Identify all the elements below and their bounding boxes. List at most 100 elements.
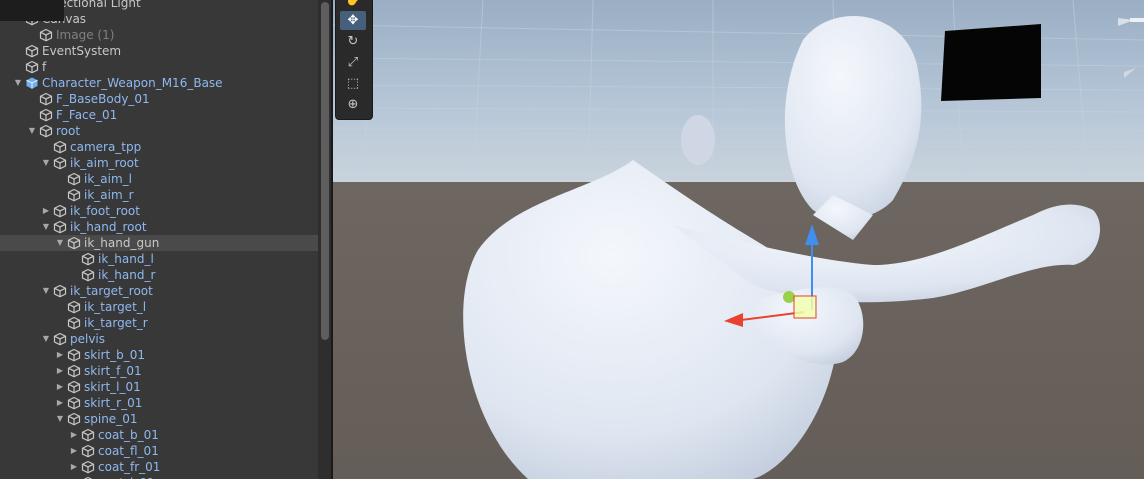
- collapse-arrow-icon[interactable]: ▶: [54, 347, 66, 363]
- hierarchy-item-label: coat_b_01: [98, 428, 159, 442]
- hierarchy-item-ik-hand-r[interactable]: ik_hand_r: [0, 267, 318, 283]
- collapse-arrow-icon[interactable]: ▶: [68, 459, 80, 475]
- expand-arrow-icon[interactable]: ▼: [54, 235, 66, 251]
- hierarchy-item-character-weapon-m16-base[interactable]: ▼ Character_Weapon_M16_Base: [0, 75, 318, 91]
- hierarchy-item-label: ik_hand_root: [70, 220, 147, 234]
- collapse-arrow-icon[interactable]: ▶: [68, 475, 80, 479]
- hierarchy-scrollbar-thumb[interactable]: [321, 2, 329, 340]
- gameobject-cube-icon: [81, 444, 95, 458]
- collapse-arrow-icon[interactable]: ▶: [40, 203, 52, 219]
- hierarchy-item-coat-fl-01[interactable]: ▶ coat_fl_01: [0, 443, 318, 459]
- hierarchy-item-root[interactable]: ▼ root: [0, 123, 318, 139]
- collapse-arrow-icon[interactable]: ▶: [68, 443, 80, 459]
- gameobject-cube-icon: [53, 204, 67, 218]
- hierarchy-item-skirt-r-01[interactable]: ▶ skirt_r_01: [0, 395, 318, 411]
- gameobject-cube-icon: [67, 396, 81, 410]
- hierarchy-item-label: coat_fr_01: [98, 460, 161, 474]
- hierarchy-item-label: pelvis: [70, 332, 106, 346]
- rotate-tool-button[interactable]: ↻: [340, 32, 366, 51]
- hand-icon: ✋: [345, 0, 361, 7]
- gameobject-cube-icon: [67, 236, 81, 250]
- gameobject-cube-icon: [53, 284, 67, 298]
- rect-tool-button[interactable]: ⬚: [340, 74, 366, 93]
- gameobject-cube-icon: [67, 188, 81, 202]
- gameobject-cube-icon: [25, 44, 39, 58]
- hierarchy-item-eventsystem[interactable]: EventSystem: [0, 43, 318, 59]
- gameobject-cube-icon: [39, 124, 53, 138]
- gameobject-cube-icon: [67, 364, 81, 378]
- hierarchy-item-skirt-f-01[interactable]: ▶ skirt_f_01: [0, 363, 318, 379]
- scene-tools-toolbar: ✋ ✥ ↻ ⤢ ⬚ ⊕: [335, 0, 373, 120]
- move-tool-button[interactable]: ✥: [340, 11, 366, 30]
- hierarchy-item-skirt-b-01[interactable]: ▶ skirt_b_01: [0, 347, 318, 363]
- gameobject-cube-icon: [53, 140, 67, 154]
- hierarchy-item-label: Character_Weapon_M16_Base: [42, 76, 223, 90]
- hierarchy-item-camera-tpp[interactable]: camera_tpp: [0, 139, 318, 155]
- hierarchy-item-ik-target-r[interactable]: ik_target_r: [0, 315, 318, 331]
- hierarchy-item-ik-foot-root[interactable]: ▶ ik_foot_root: [0, 203, 318, 219]
- gameobject-cube-icon: [53, 332, 67, 346]
- hierarchy-item-f[interactable]: f: [0, 59, 318, 75]
- hierarchy-item-image-1[interactable]: Image (1): [0, 27, 318, 43]
- hierarchy-item-ik-hand-gun[interactable]: ▼ ik_hand_gun: [0, 235, 318, 251]
- hierarchy-item-f-face-01[interactable]: F_Face_01: [0, 107, 318, 123]
- collapse-arrow-icon[interactable]: ▶: [54, 363, 66, 379]
- hierarchy-item-pelvis[interactable]: ▼ pelvis: [0, 331, 318, 347]
- gameobject-cube-icon: [81, 460, 95, 474]
- hierarchy-item-ik-target-root[interactable]: ▼ ik_target_root: [0, 283, 318, 299]
- hierarchy-item-skirt-l-01[interactable]: ▶ skirt_l_01: [0, 379, 318, 395]
- move-icon: ✥: [347, 13, 359, 28]
- collapse-arrow-icon[interactable]: ▶: [54, 395, 66, 411]
- hierarchy-item-label: coat_l_01: [98, 475, 155, 479]
- hierarchy-item-coat-fr-01[interactable]: ▶ coat_fr_01: [0, 459, 318, 475]
- hierarchy-item-ik-hand-l[interactable]: ik_hand_l: [0, 251, 318, 267]
- gameobject-cube-icon: [53, 220, 67, 234]
- hierarchy-item-coat-l-01[interactable]: ▶ coat_l_01: [0, 475, 318, 479]
- hand-tool-button[interactable]: ✋: [340, 0, 366, 9]
- transform-tool-button[interactable]: ⊕: [340, 95, 366, 114]
- hierarchy-item-spine-01[interactable]: ▼ spine_01: [0, 411, 318, 427]
- hierarchy-item-ik-aim-root[interactable]: ▼ ik_aim_root: [0, 155, 318, 171]
- hierarchy-item-f-basebody-01[interactable]: F_BaseBody_01: [0, 91, 318, 107]
- scene-cube-object[interactable]: [941, 22, 1043, 102]
- gameobject-cube-icon: [81, 252, 95, 266]
- collapse-arrow-icon[interactable]: ▶: [54, 379, 66, 395]
- gameobject-cube-icon: [81, 268, 95, 282]
- gameobject-cube-icon: [53, 156, 67, 170]
- overlay-tab-corner: [0, 0, 64, 21]
- scale-tool-button[interactable]: ⤢: [340, 53, 366, 72]
- hierarchy-item-label: f: [42, 60, 47, 74]
- expand-arrow-icon[interactable]: ▼: [40, 331, 52, 347]
- hierarchy-item-ik-target-l[interactable]: ik_target_l: [0, 299, 318, 315]
- hierarchy-item-label: ik_hand_gun: [84, 236, 160, 250]
- gameobject-cube-icon: [81, 428, 95, 442]
- gameobject-cube-icon: [67, 172, 81, 186]
- hierarchy-item-label: ik_foot_root: [70, 204, 140, 218]
- scene-orientation-gizmo-icon[interactable]: [1116, 10, 1144, 80]
- gameobject-cube-icon: [39, 92, 53, 106]
- gameobject-cube-icon: [67, 380, 81, 394]
- gameobject-cube-icon: [25, 60, 39, 74]
- hierarchy-item-ik-hand-root[interactable]: ▼ ik_hand_root: [0, 219, 318, 235]
- expand-arrow-icon[interactable]: ▼: [40, 219, 52, 235]
- hierarchy-panel: Directional Light Canvas Image (1) EventSys…: [0, 0, 318, 479]
- hierarchy-item-ik-aim-r[interactable]: ik_aim_r: [0, 187, 318, 203]
- hierarchy-item-label: root: [56, 124, 81, 138]
- hierarchy-item-label: skirt_b_01: [84, 348, 146, 362]
- hierarchy-item-label: ik_hand_r: [98, 268, 156, 282]
- hierarchy-item-label: ik_target_l: [84, 300, 147, 314]
- hierarchy-item-coat-b-01[interactable]: ▶ coat_b_01: [0, 427, 318, 443]
- expand-arrow-icon[interactable]: ▼: [26, 123, 38, 139]
- collapse-arrow-icon[interactable]: ▶: [68, 427, 80, 443]
- gameobject-cube-icon: [67, 412, 81, 426]
- hierarchy-item-label: F_Face_01: [56, 108, 118, 122]
- hierarchy-item-ik-aim-l[interactable]: ik_aim_l: [0, 171, 318, 187]
- expand-arrow-icon[interactable]: ▼: [40, 155, 52, 171]
- gameobject-cube-icon: [67, 316, 81, 330]
- expand-arrow-icon[interactable]: ▼: [40, 283, 52, 299]
- hierarchy-item-label: F_BaseBody_01: [56, 92, 150, 106]
- expand-arrow-icon[interactable]: ▼: [54, 411, 66, 427]
- hierarchy-item-label: skirt_r_01: [84, 396, 143, 410]
- expand-arrow-icon[interactable]: ▼: [12, 75, 24, 91]
- gameobject-cube-icon: [39, 28, 53, 42]
